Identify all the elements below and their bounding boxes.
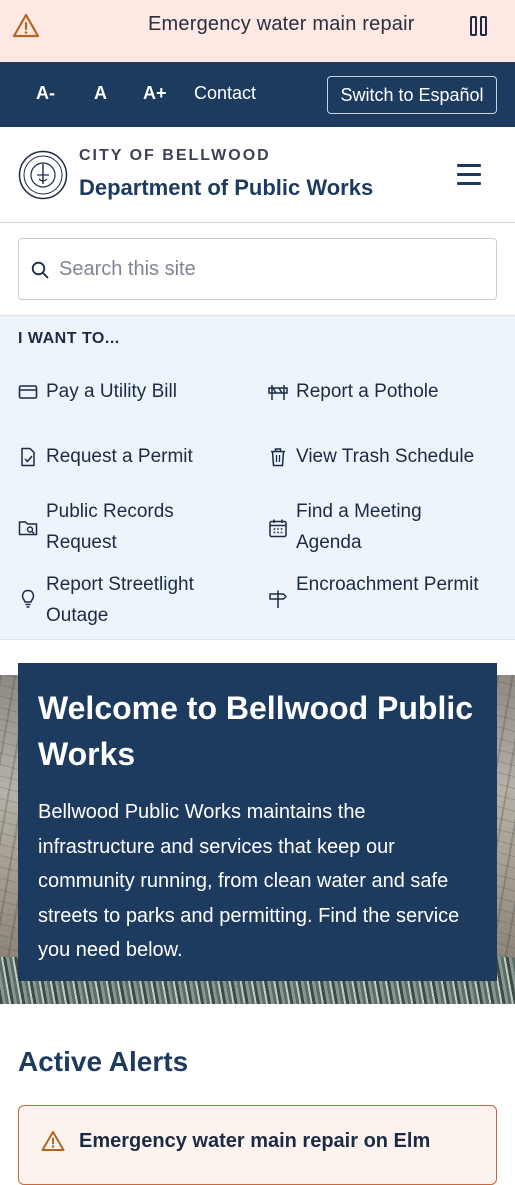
task-report-pothole[interactable]: Report a Pothole: [268, 376, 498, 408]
alert-card-title: Emergency water main repair on Elm: [79, 1130, 431, 1152]
task-find-meeting-agenda[interactable]: Find a Meeting Agenda: [268, 496, 498, 558]
task-label: Find a Meeting Agenda: [296, 501, 422, 553]
calendar-icon: [269, 519, 287, 538]
hero-section: Welcome to Bellwood Public Works Bellwoo…: [0, 640, 515, 1004]
warning-icon: [12, 13, 40, 38]
task-label: Report a Pothole: [296, 381, 439, 402]
task-report-streetlight-outage[interactable]: Report Streetlight Outage: [18, 569, 248, 631]
alert-banner-text[interactable]: Emergency water main repair: [148, 13, 415, 36]
i-want-to-heading: I WANT TO...: [18, 330, 120, 347]
task-label: Encroachment Permit: [296, 574, 479, 595]
emergency-alert-banner: Emergency water main repair: [0, 0, 515, 62]
search-section: [0, 223, 515, 315]
active-alerts-heading: Active Alerts: [18, 1046, 189, 1077]
lightbulb-icon: [21, 589, 35, 608]
hero-description: Bellwood Public Works maintains the infr…: [38, 801, 460, 961]
department-name[interactable]: Department of Public Works: [79, 175, 373, 201]
trash-can-icon: [271, 448, 285, 467]
hero-title: Welcome to Bellwood Public Works: [38, 690, 474, 772]
task-encroachment-permit[interactable]: Encroachment Permit: [268, 569, 498, 631]
document-check-icon: [21, 447, 35, 467]
hero-card: Welcome to Bellwood Public Works Bellwoo…: [18, 663, 497, 981]
contact-link[interactable]: Contact: [194, 83, 256, 104]
task-label: Request a Permit: [46, 446, 193, 467]
i-want-to-panel: I WANT TO... Pay a Utility Bill Report a…: [0, 315, 515, 640]
warning-icon: [41, 1131, 65, 1151]
search-icon: [31, 261, 49, 279]
credit-card-icon: [18, 385, 38, 399]
site-header: CITY OF BELLWOOD Department of Public Wo…: [0, 127, 515, 223]
city-seal-logo[interactable]: [18, 150, 68, 200]
search-input[interactable]: [59, 251, 479, 287]
road-barrier-icon: [268, 385, 288, 400]
folder-search-icon: [18, 521, 38, 536]
text-size-default-button[interactable]: A: [94, 83, 107, 104]
language-toggle-button[interactable]: Switch to Español: [327, 76, 497, 114]
task-pay-utility-bill[interactable]: Pay a Utility Bill: [18, 376, 248, 408]
text-size-increase-button[interactable]: A+: [143, 83, 167, 104]
pause-icon[interactable]: [468, 14, 490, 38]
task-label: Report Streetlight Outage: [46, 574, 194, 626]
city-name: CITY OF BELLWOOD: [79, 147, 271, 164]
task-public-records-request[interactable]: Public Records Request: [18, 496, 248, 558]
alert-card[interactable]: Emergency water main repair on Elm: [18, 1105, 497, 1185]
task-label: View Trash Schedule: [296, 446, 475, 467]
hamburger-menu-icon[interactable]: [455, 162, 483, 186]
task-label: Public Records Request: [46, 501, 174, 553]
signpost-icon: [269, 590, 287, 608]
utility-bar: A- A A+ Contact Switch to Español: [0, 62, 515, 127]
active-alerts-section: Active Alerts Emergency water main repai…: [0, 1004, 515, 1185]
task-label: Pay a Utility Bill: [46, 381, 177, 402]
text-size-decrease-button[interactable]: A-: [36, 83, 55, 104]
task-view-trash-schedule[interactable]: View Trash Schedule: [268, 441, 498, 473]
task-request-permit[interactable]: Request a Permit: [18, 441, 248, 473]
search-box[interactable]: [18, 238, 497, 300]
